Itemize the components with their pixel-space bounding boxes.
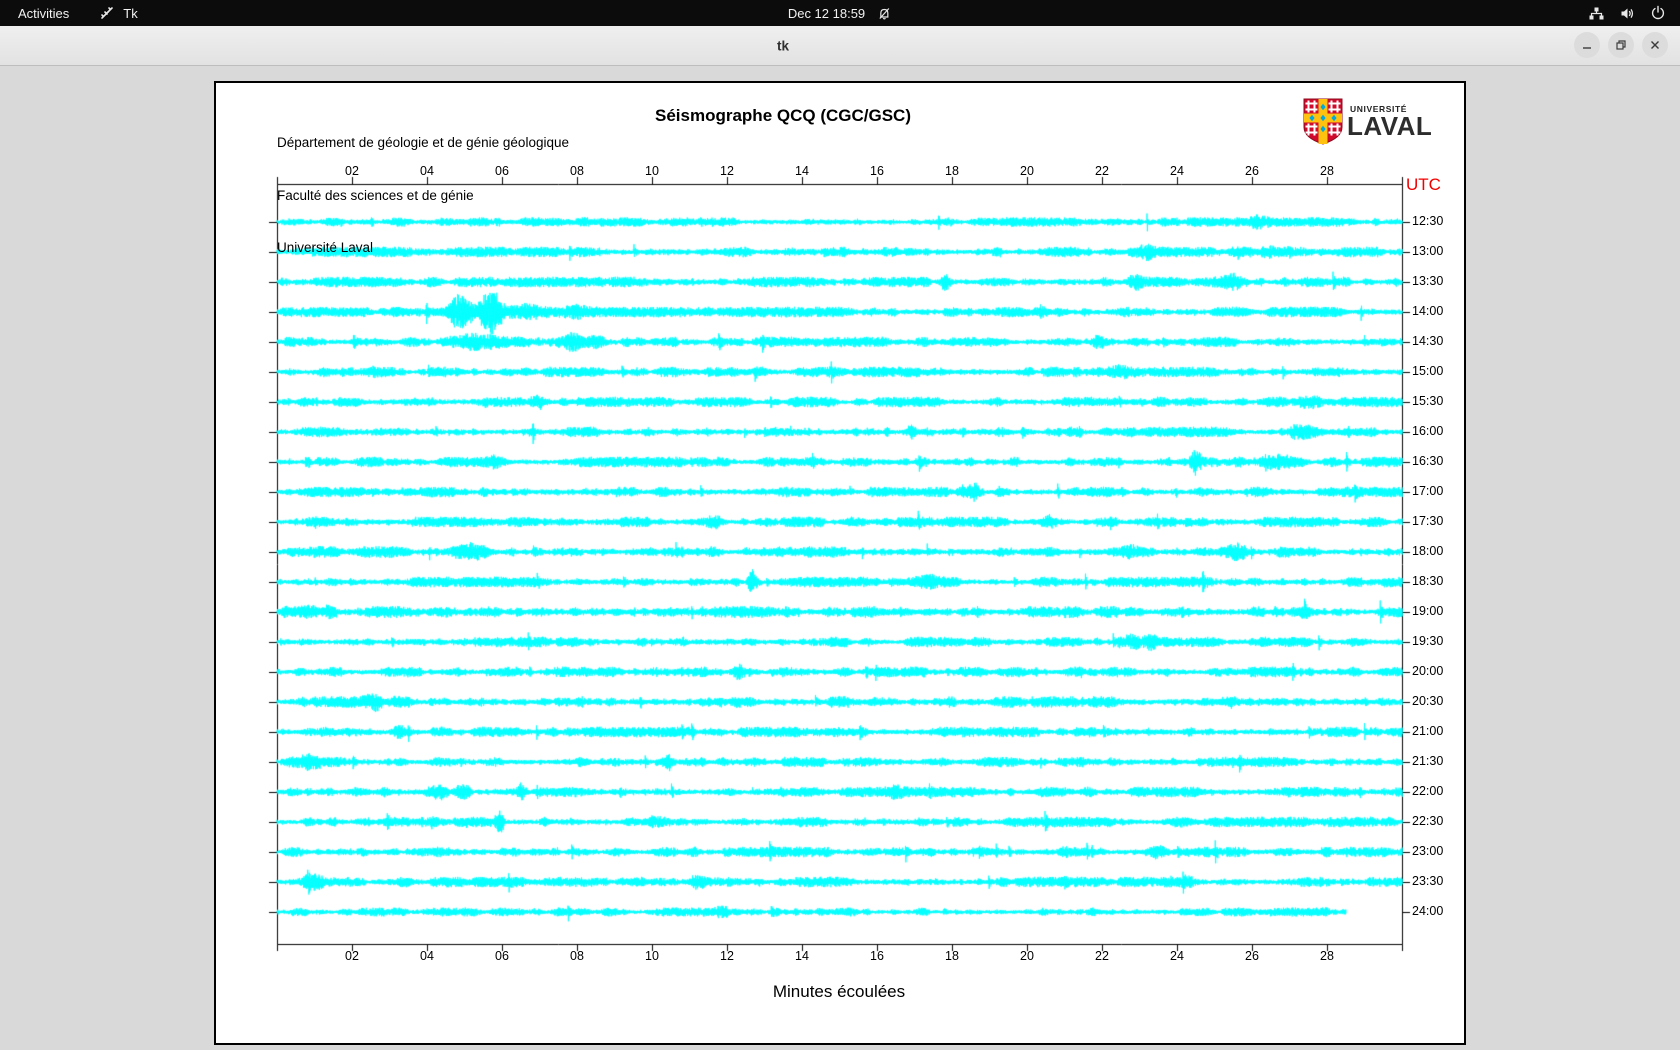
utc-row-label: 18:30 xyxy=(1412,574,1444,588)
utc-row-label: 12:30 xyxy=(1412,214,1444,228)
volume-icon xyxy=(1621,8,1634,18)
x-tick-label-top: 08 xyxy=(570,164,584,178)
universite-laval-logo-shield xyxy=(1303,98,1343,145)
utc-row-label: 14:30 xyxy=(1412,334,1444,348)
minimize-button[interactable] xyxy=(1574,32,1600,58)
utc-row-label: 17:00 xyxy=(1412,484,1444,498)
x-tick-label-top: 24 xyxy=(1170,164,1184,178)
plot-title: Séismographe QCQ (CGC/GSC) xyxy=(655,106,911,125)
maximize-icon xyxy=(1616,40,1626,50)
window-title-bar: tk xyxy=(0,26,1680,66)
utc-row-label: 23:30 xyxy=(1412,874,1444,888)
x-tick-label-top: 12 xyxy=(720,164,734,178)
gnome-top-bar: Activities Tk Dec 12 18:59 xyxy=(0,0,1680,26)
seismograph-canvas: Département de géologie et de génie géol… xyxy=(214,81,1466,1045)
power-icon xyxy=(1651,5,1665,20)
x-tick-label-bottom: 20 xyxy=(1020,949,1034,963)
utc-row-label: 22:30 xyxy=(1412,814,1444,828)
x-tick-label-top: 04 xyxy=(420,164,434,178)
utc-row-label: 20:00 xyxy=(1412,664,1444,678)
x-axis-label: Minutes écoulées xyxy=(772,982,906,1001)
clock-label: Dec 12 18:59 xyxy=(787,5,866,21)
x-tick-label-top: 10 xyxy=(645,164,659,178)
x-tick-label-top: 06 xyxy=(495,164,509,178)
utc-row-label: 19:00 xyxy=(1412,604,1444,618)
utc-row-label: 20:30 xyxy=(1412,694,1444,708)
network-icon xyxy=(1589,7,1604,19)
window-title: tk xyxy=(776,38,790,53)
x-tick-label-bottom: 04 xyxy=(420,949,434,963)
utc-row-label: 16:30 xyxy=(1412,454,1444,468)
tk-app-icon xyxy=(101,6,114,19)
x-tick-label-top: 20 xyxy=(1020,164,1034,178)
x-tick-label-bottom: 12 xyxy=(720,949,734,963)
utc-row-label: 21:30 xyxy=(1412,754,1444,768)
x-tick-label-top: 22 xyxy=(1095,164,1109,178)
app-menu-label: Tk xyxy=(123,5,138,21)
x-tick-label-top: 26 xyxy=(1245,164,1259,178)
activities-button[interactable]: Activities xyxy=(0,0,87,26)
institution-line-1: Département de géologie et de génie géol… xyxy=(277,135,569,150)
utc-row-label: 23:00 xyxy=(1412,844,1444,858)
institution-line-2: Faculté des sciences et de génie xyxy=(277,187,474,203)
utc-row-label: 15:30 xyxy=(1412,394,1444,408)
utc-row-label: 21:00 xyxy=(1412,724,1444,738)
x-tick-label-bottom: 06 xyxy=(495,949,509,963)
minimize-icon xyxy=(1583,47,1591,49)
x-tick-label-bottom: 08 xyxy=(570,949,584,963)
utc-row-label: 13:30 xyxy=(1412,274,1444,288)
utc-row-label: 14:00 xyxy=(1412,304,1444,318)
x-tick-label-top: 28 xyxy=(1320,164,1334,178)
x-tick-label-bottom: 24 xyxy=(1170,949,1184,963)
x-tick-label-bottom: 10 xyxy=(645,949,659,963)
x-tick-label-bottom: 28 xyxy=(1320,949,1334,963)
app-menu[interactable]: Tk xyxy=(99,0,138,26)
utc-row-label: 22:00 xyxy=(1412,784,1444,798)
close-icon xyxy=(1651,41,1659,49)
x-tick-label-top: 02 xyxy=(345,164,359,178)
utc-row-label: 18:00 xyxy=(1412,544,1444,558)
utc-axis-label: UTC xyxy=(1406,175,1441,194)
utc-row-label: 19:30 xyxy=(1412,634,1444,648)
x-tick-label-bottom: 02 xyxy=(345,949,359,963)
x-tick-label-top: 16 xyxy=(870,164,884,178)
utc-row-label: 16:00 xyxy=(1412,424,1444,438)
x-tick-label-bottom: 16 xyxy=(870,949,884,963)
utc-row-label: 15:00 xyxy=(1412,364,1444,378)
institution-line-3: Université Laval xyxy=(277,240,374,255)
close-button[interactable] xyxy=(1642,32,1668,58)
x-tick-label-bottom: 26 xyxy=(1245,949,1259,963)
clock-menu[interactable]: Dec 12 18:59 xyxy=(788,0,892,26)
system-status-area[interactable] xyxy=(1588,0,1666,26)
x-tick-label-top: 18 xyxy=(945,164,959,178)
logo-laval-text: LAVAL xyxy=(1347,111,1433,141)
utc-row-label: 24:00 xyxy=(1412,904,1444,918)
x-tick-label-bottom: 14 xyxy=(795,949,809,963)
x-tick-label-bottom: 22 xyxy=(1095,949,1109,963)
maximize-button[interactable] xyxy=(1608,32,1634,58)
utc-row-label: 13:00 xyxy=(1412,244,1444,258)
utc-row-label: 17:30 xyxy=(1412,514,1444,528)
notifications-off-icon xyxy=(879,7,890,19)
x-tick-label-bottom: 18 xyxy=(945,949,959,963)
x-tick-label-top: 14 xyxy=(795,164,809,178)
